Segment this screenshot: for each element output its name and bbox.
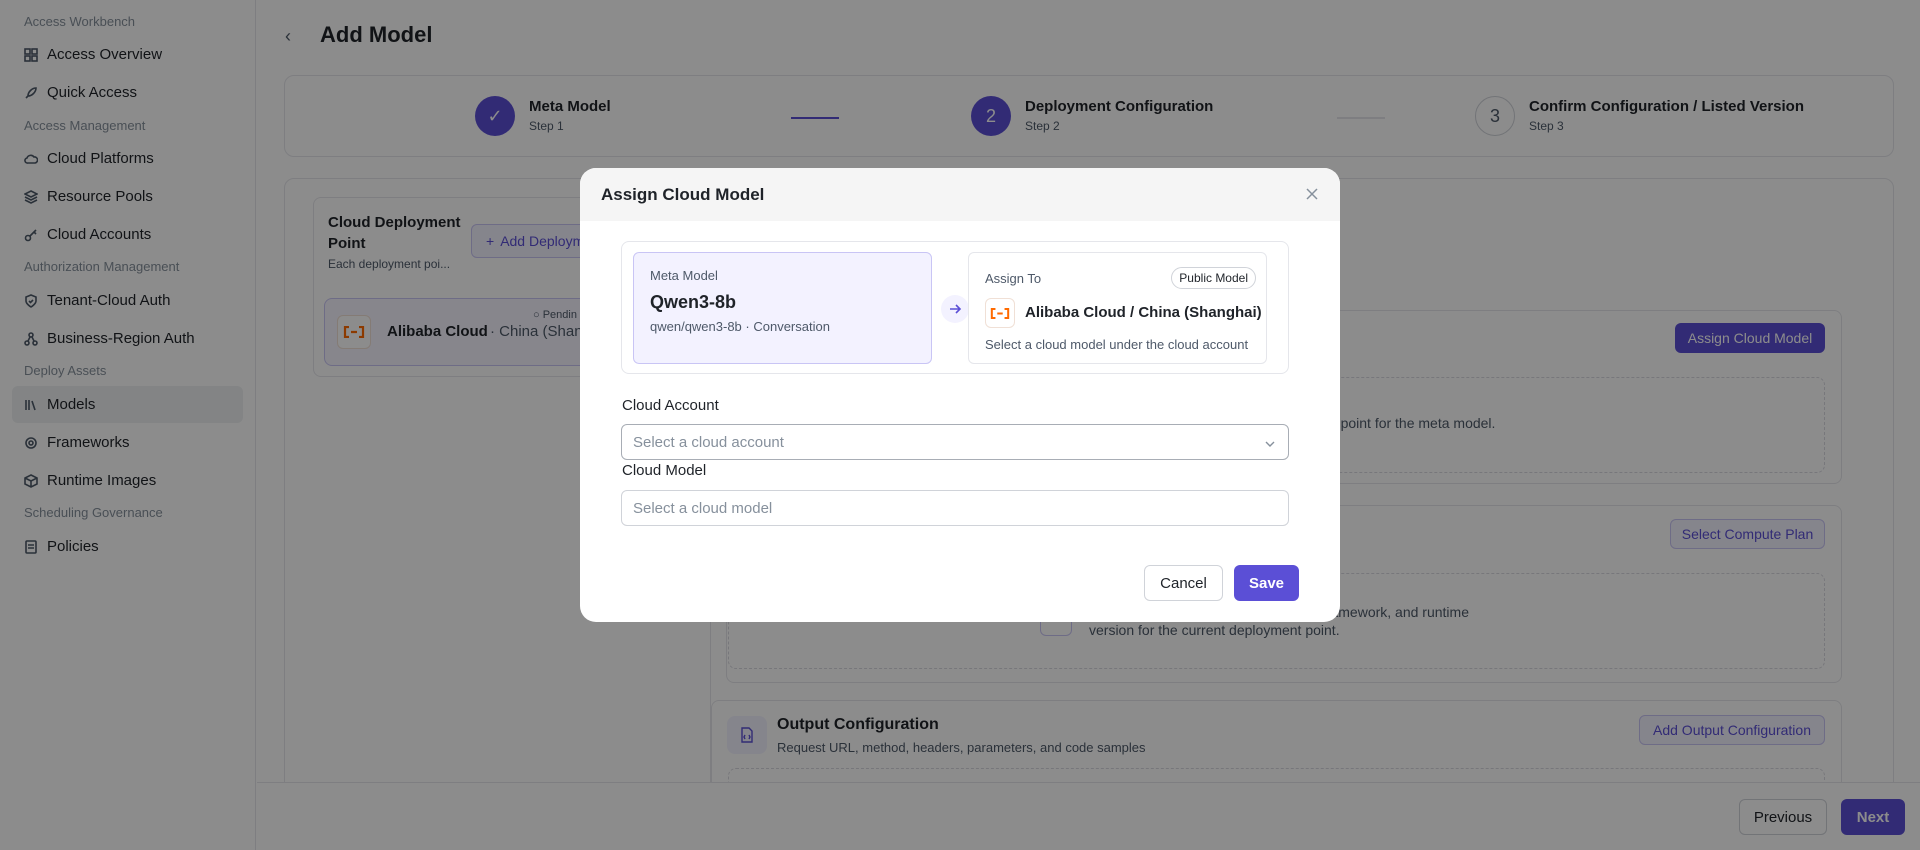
dialog-header: Assign Cloud Model <box>580 168 1340 221</box>
assign-cloud-model-dialog: Assign Cloud Model Meta Model Qwen3-8b q… <box>580 168 1340 622</box>
cloud-account-placeholder: Select a cloud account <box>633 433 784 451</box>
meta-model-label: Meta Model <box>650 268 718 283</box>
assign-to-card: Assign To Public Model Alibaba Cloud / C… <box>968 252 1267 364</box>
arrow-right-icon <box>941 295 969 323</box>
save-button[interactable]: Save <box>1234 565 1299 601</box>
assign-to-label: Assign To <box>985 271 1042 286</box>
meta-model-name: Qwen3-8b <box>650 292 737 312</box>
alibaba-cloud-logo-icon <box>985 298 1015 328</box>
dialog-title: Assign Cloud Model <box>601 184 765 204</box>
cancel-button[interactable]: Cancel <box>1144 565 1223 601</box>
close-icon[interactable] <box>1304 186 1320 202</box>
cloud-model-label: Cloud Model <box>622 462 707 479</box>
cloud-account-select[interactable]: Select a cloud account <box>621 424 1289 460</box>
cloud-model-placeholder: Select a cloud model <box>633 499 773 517</box>
chevron-down-icon <box>1264 437 1276 454</box>
assign-to-hint: Select a cloud model under the cloud acc… <box>985 337 1249 352</box>
cloud-model-select[interactable]: Select a cloud model <box>621 490 1289 526</box>
meta-model-card: Meta Model Qwen3-8b qwen/qwen3-8b · Conv… <box>633 252 932 364</box>
cloud-account-label: Cloud Account <box>622 397 719 414</box>
assignment-summary: Meta Model Qwen3-8b qwen/qwen3-8b · Conv… <box>621 241 1289 374</box>
public-model-badge: Public Model <box>1171 267 1256 289</box>
assign-to-target: Alibaba Cloud / China (Shanghai) <box>1025 304 1262 321</box>
meta-model-detail: qwen/qwen3-8b · Conversation <box>650 319 830 334</box>
